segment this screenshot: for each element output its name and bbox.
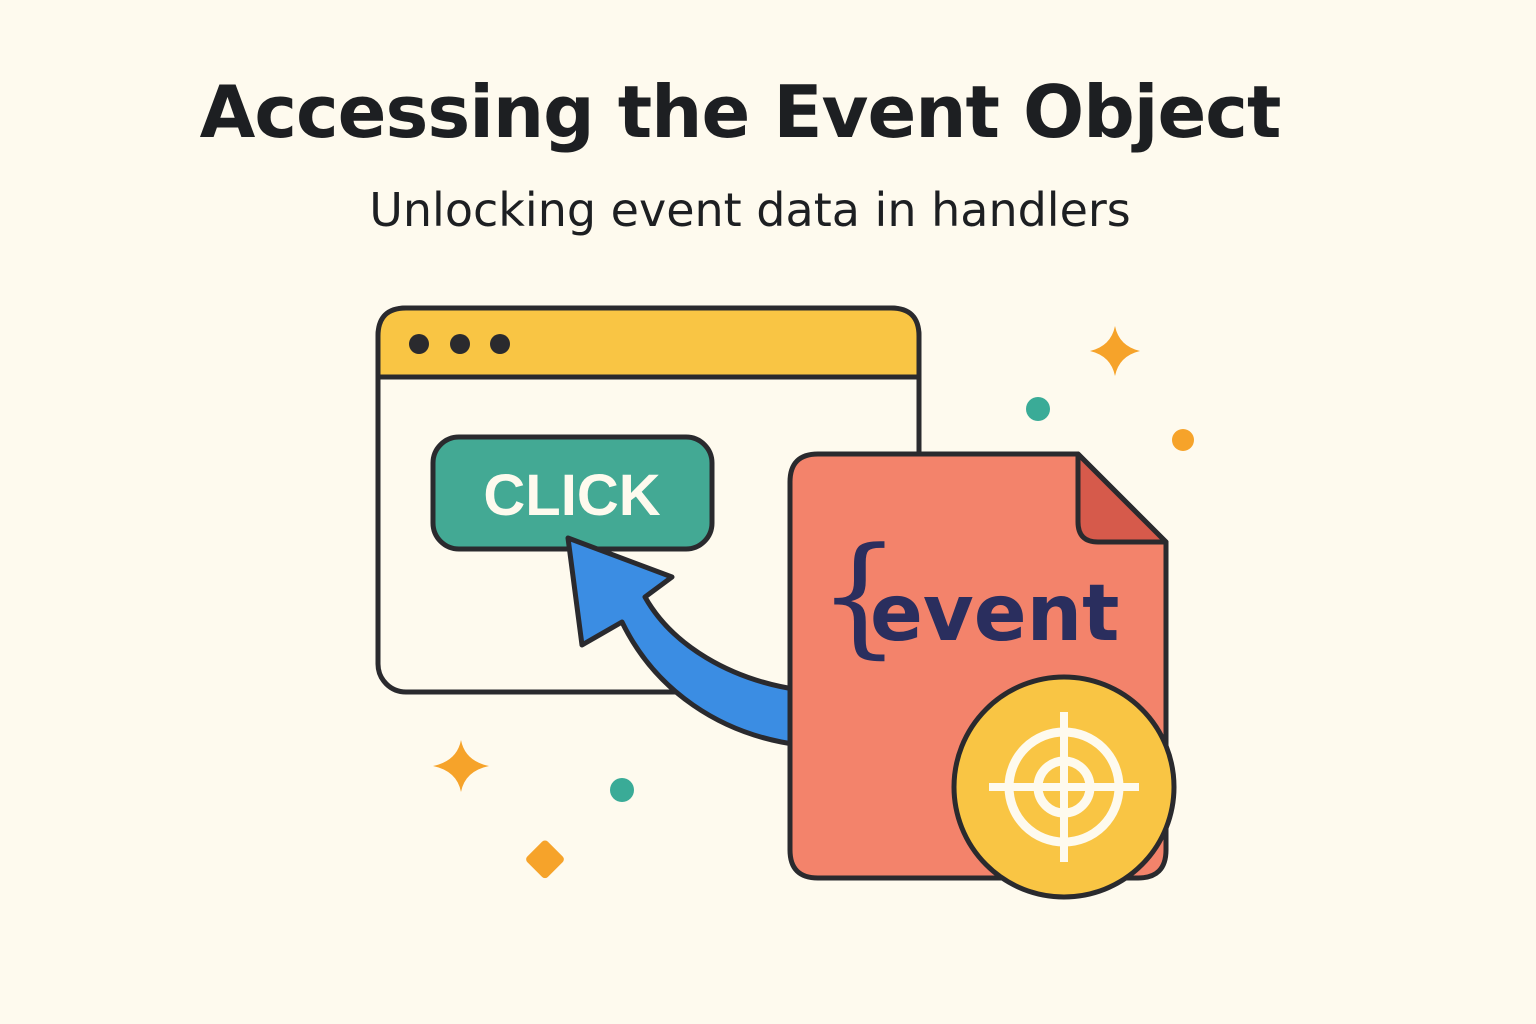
window-dot-2 (450, 334, 470, 354)
sparkle-icon (433, 740, 489, 792)
sparkle-icon (1090, 326, 1140, 376)
target-icon (951, 674, 1177, 900)
window-dot-1 (409, 334, 429, 354)
dot-icon (1172, 429, 1194, 451)
window-dot-3 (490, 334, 510, 354)
illustration: CLICK { event (375, 305, 1194, 900)
click-button-label: CLICK (483, 463, 660, 528)
click-button[interactable]: CLICK (430, 434, 715, 552)
dot-icon (610, 778, 634, 802)
dot-icon (1026, 397, 1050, 421)
document-event-label: event (870, 569, 1119, 659)
diamond-icon (526, 840, 564, 879)
